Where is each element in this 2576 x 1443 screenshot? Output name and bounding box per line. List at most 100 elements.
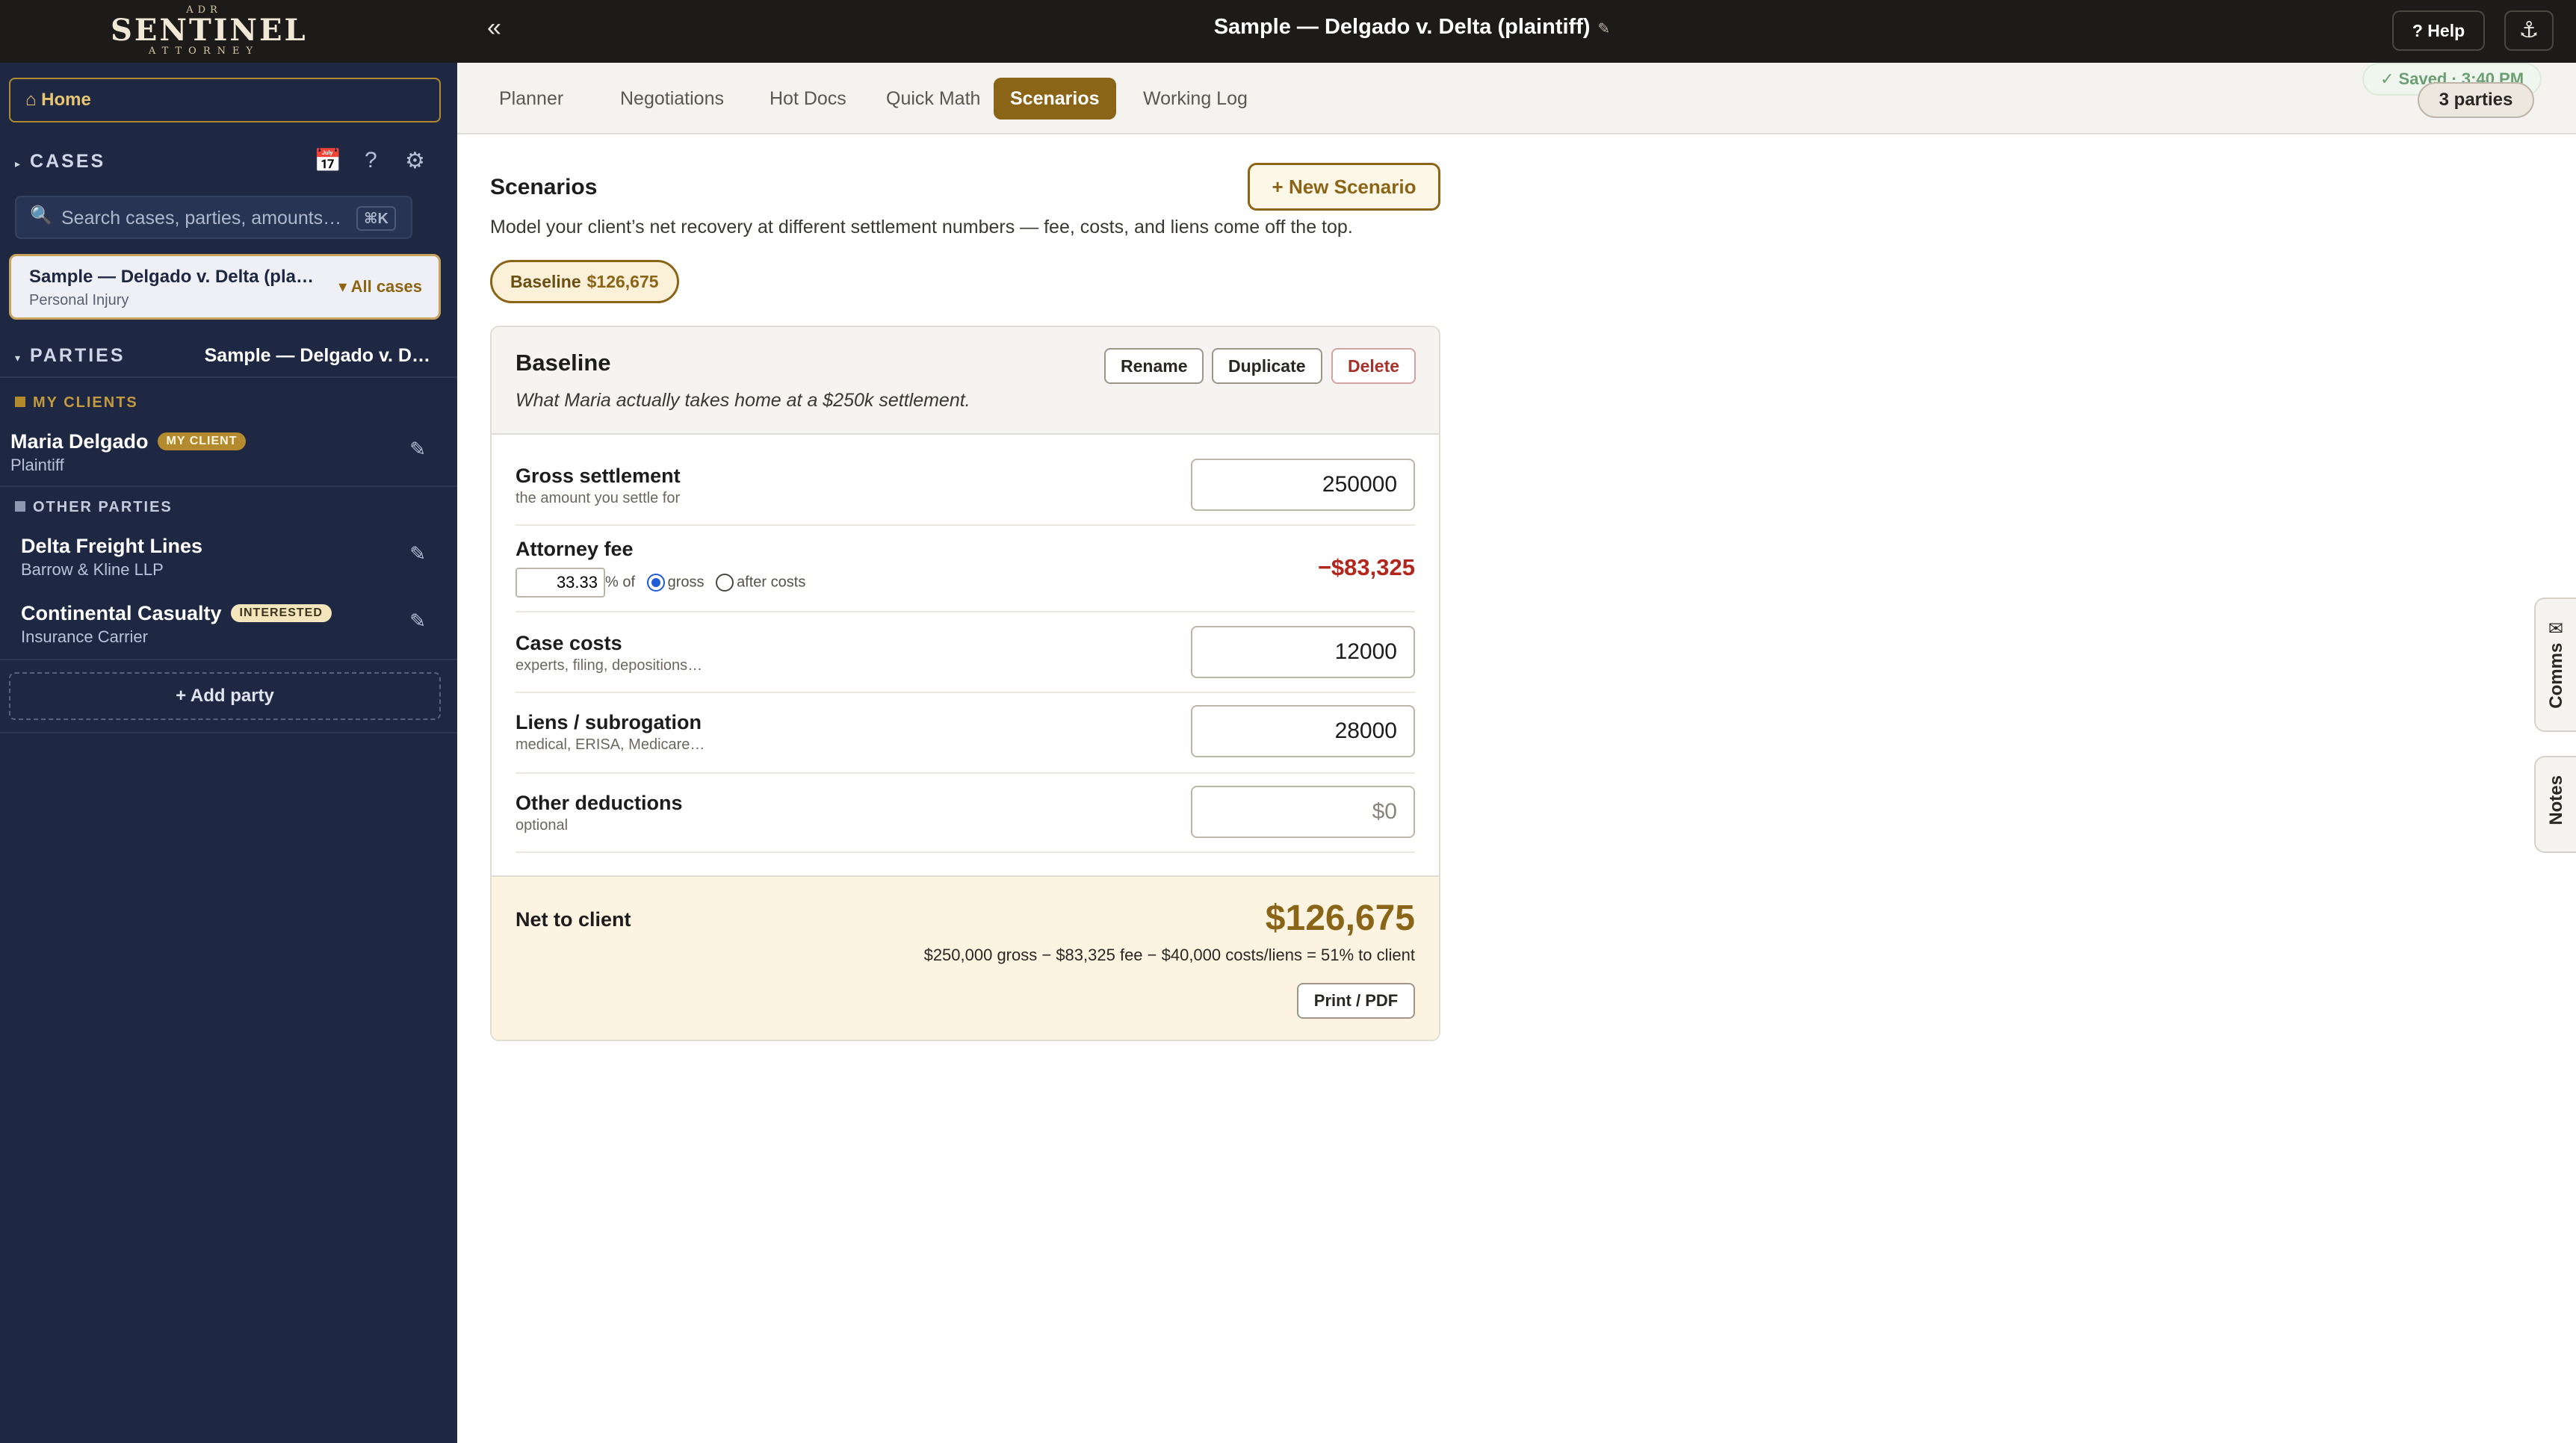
liens-label: Liens / subrogation <box>515 711 702 733</box>
fee-basis-after-costs-label: after costs <box>737 574 806 591</box>
divider <box>0 732 457 733</box>
party-name: Maria Delgado <box>10 430 149 453</box>
scenario-title: Baseline <box>515 350 611 376</box>
scenario-pill-baseline[interactable]: Baseline $126,675 <box>490 260 679 303</box>
edit-pencil-icon[interactable]: ✎ <box>409 438 426 461</box>
square-icon <box>15 396 25 407</box>
new-scenario-button[interactable]: + New Scenario <box>1248 163 1440 211</box>
print-pdf-button[interactable]: Print / PDF <box>1297 983 1415 1019</box>
party-name: Delta Freight Lines <box>21 535 203 557</box>
case-title[interactable]: Sample — Delgado v. Delta (plaintiff) ✎ <box>1121 15 1703 40</box>
calendar-icon[interactable]: 📅 <box>314 148 341 174</box>
tab-working-log[interactable]: Working Log <box>1127 78 1264 120</box>
tab-negotiations[interactable]: Negotiations <box>604 78 740 120</box>
page-description: Model your client’s net recovery at diff… <box>490 217 1353 238</box>
fee-basis-gross-radio[interactable] <box>646 574 665 592</box>
active-case-name: Sample — Delgado v. Delta (pla… <box>29 267 314 287</box>
attorney-fee-amount: −$83,325 <box>1317 554 1415 580</box>
party-item-delta-freight[interactable]: Delta Freight Lines Barrow & Kline LLP ✎ <box>0 535 457 579</box>
other-deductions-input[interactable] <box>1191 786 1415 838</box>
fee-percent-suffix: % of <box>605 574 636 591</box>
help-circle-icon[interactable]: ? <box>365 148 377 173</box>
tab-hot-docs[interactable]: Hot Docs <box>753 78 863 120</box>
gross-settlement-input[interactable] <box>1191 459 1415 511</box>
net-calculation-summary: $250,000 gross − $83,325 fee − $40,000 c… <box>923 946 1415 964</box>
tab-scenarios[interactable]: Scenarios <box>994 78 1116 120</box>
parties-count-button[interactable]: 3 parties <box>2418 82 2534 118</box>
scenario-panel: Baseline What Maria actually takes home … <box>490 326 1440 1041</box>
case-title-text: Sample — Delgado v. Delta (plaintiff) <box>1213 15 1591 39</box>
home-button[interactable]: ⌂ Home <box>9 78 441 122</box>
my-client-badge: MY CLIENT <box>157 432 247 450</box>
liens-input[interactable] <box>1191 705 1415 757</box>
parties-label: PARTIES <box>30 345 126 366</box>
tab-bar: Planner Negotiations Hot Docs Quick Math… <box>457 63 2576 134</box>
add-party-button[interactable]: + Add party <box>9 672 441 720</box>
rename-button[interactable]: Rename <box>1104 348 1204 384</box>
scenario-pill-name: Baseline <box>510 272 581 291</box>
parties-case-name: Sample — Delgado v. D… <box>204 345 430 366</box>
active-case-card[interactable]: Sample — Delgado v. Delta (pla… Personal… <box>9 254 441 320</box>
search-shortcut: ⌘K <box>356 206 396 231</box>
cases-label: CASES <box>30 151 106 172</box>
other-parties-header: OTHER PARTIES <box>15 499 173 516</box>
party-role: Plaintiff <box>10 456 64 474</box>
case-costs-label: Case costs <box>515 632 622 654</box>
net-to-client-label: Net to client <box>515 908 631 931</box>
scenario-description: What Maria actually takes home at a $250… <box>515 390 970 411</box>
attorney-fee-row: Attorney fee % of gross after costs −$83… <box>515 526 1415 612</box>
collapse-sidebar-button[interactable]: « <box>487 13 501 43</box>
gross-settlement-label: Gross settlement <box>515 465 681 487</box>
tab-planner[interactable]: Planner <box>483 78 580 120</box>
all-cases-button[interactable]: ▾ All cases <box>338 277 422 297</box>
fee-basis-gross-label: gross <box>667 574 705 591</box>
other-deductions-hint: optional <box>515 817 569 834</box>
my-clients-header: MY CLIENTS <box>15 394 138 412</box>
notes-tab-label: Notes <box>2546 775 2566 825</box>
sidebar: ⌂ Home ▸ CASES 📅 ? ⚙ 🔍 Search cases, part… <box>0 63 457 1443</box>
fee-percent-input[interactable] <box>515 568 605 598</box>
other-deductions-label: Other deductions <box>515 792 683 814</box>
other-deductions-row: Other deductions optional <box>515 774 1415 853</box>
edit-pencil-icon[interactable]: ✎ <box>409 609 426 633</box>
search-placeholder: Search cases, parties, amounts… <box>61 208 342 229</box>
divider <box>0 485 457 487</box>
caret-icon: ▾ <box>15 352 23 364</box>
comms-tab-label: Comms ✉ <box>2546 617 2566 709</box>
tab-quick-math[interactable]: Quick Math <box>870 78 997 120</box>
logo[interactable]: ADR SENTINEL ATTORNEY <box>111 3 308 60</box>
net-to-client-amount: $126,675 <box>1265 899 1415 938</box>
parties-section-header[interactable]: ▾ PARTIES Sample — Delgado v. D… <box>0 338 457 378</box>
scenario-panel-header: Baseline What Maria actually takes home … <box>492 327 1439 435</box>
party-item-maria-delgado[interactable]: Maria Delgado MY CLIENT Plaintiff ✎ <box>0 430 457 474</box>
pencil-icon[interactable]: ✎ <box>1598 21 1611 37</box>
main-content: Scenarios + New Scenario Model your clie… <box>457 134 2576 1443</box>
party-item-continental-casualty[interactable]: Continental Casualty INTERESTED Insurance… <box>0 602 457 646</box>
attorney-fee-label: Attorney fee <box>515 538 634 560</box>
case-costs-input[interactable] <box>1191 626 1415 678</box>
gear-icon[interactable]: ⚙ <box>405 148 425 174</box>
edit-pencil-icon[interactable]: ✎ <box>409 542 426 565</box>
gross-settlement-hint: the amount you settle for <box>515 490 681 506</box>
help-button[interactable]: ? Help <box>2392 10 2485 51</box>
party-role: Insurance Carrier <box>21 627 148 646</box>
delete-button[interactable]: Delete <box>1331 348 1417 384</box>
duplicate-button[interactable]: Duplicate <box>1212 348 1322 384</box>
gross-settlement-row: Gross settlement the amount you settle f… <box>515 435 1415 526</box>
fee-basis-controls: % of gross after costs <box>515 568 805 598</box>
search-box[interactable]: 🔍 Search cases, parties, amounts… ⌘K <box>15 196 412 239</box>
logo-main-text: SENTINEL <box>111 13 308 48</box>
cases-section-header[interactable]: ▸ CASES <box>15 151 105 173</box>
interested-badge: INTERESTED <box>230 603 332 622</box>
search-icon: 🔍 <box>30 205 52 226</box>
app-root: ADR SENTINEL ATTORNEY « Sample — Delgado… <box>0 0 2576 1443</box>
scenario-pill-amount: $126,675 <box>586 272 659 291</box>
notes-side-tab[interactable]: Notes <box>2534 756 2576 853</box>
top-bar: ADR SENTINEL ATTORNEY « Sample — Delgado… <box>0 0 2576 63</box>
liens-hint: medical, ERISA, Medicare… <box>515 736 705 753</box>
anchor-icon[interactable]: ⚓ <box>2504 10 2554 51</box>
comms-side-tab[interactable]: Comms ✉ <box>2534 598 2576 732</box>
my-clients-label: MY CLIENTS <box>33 394 138 411</box>
case-costs-hint: experts, filing, depositions… <box>515 657 703 674</box>
fee-basis-after-costs-radio[interactable] <box>716 574 734 592</box>
